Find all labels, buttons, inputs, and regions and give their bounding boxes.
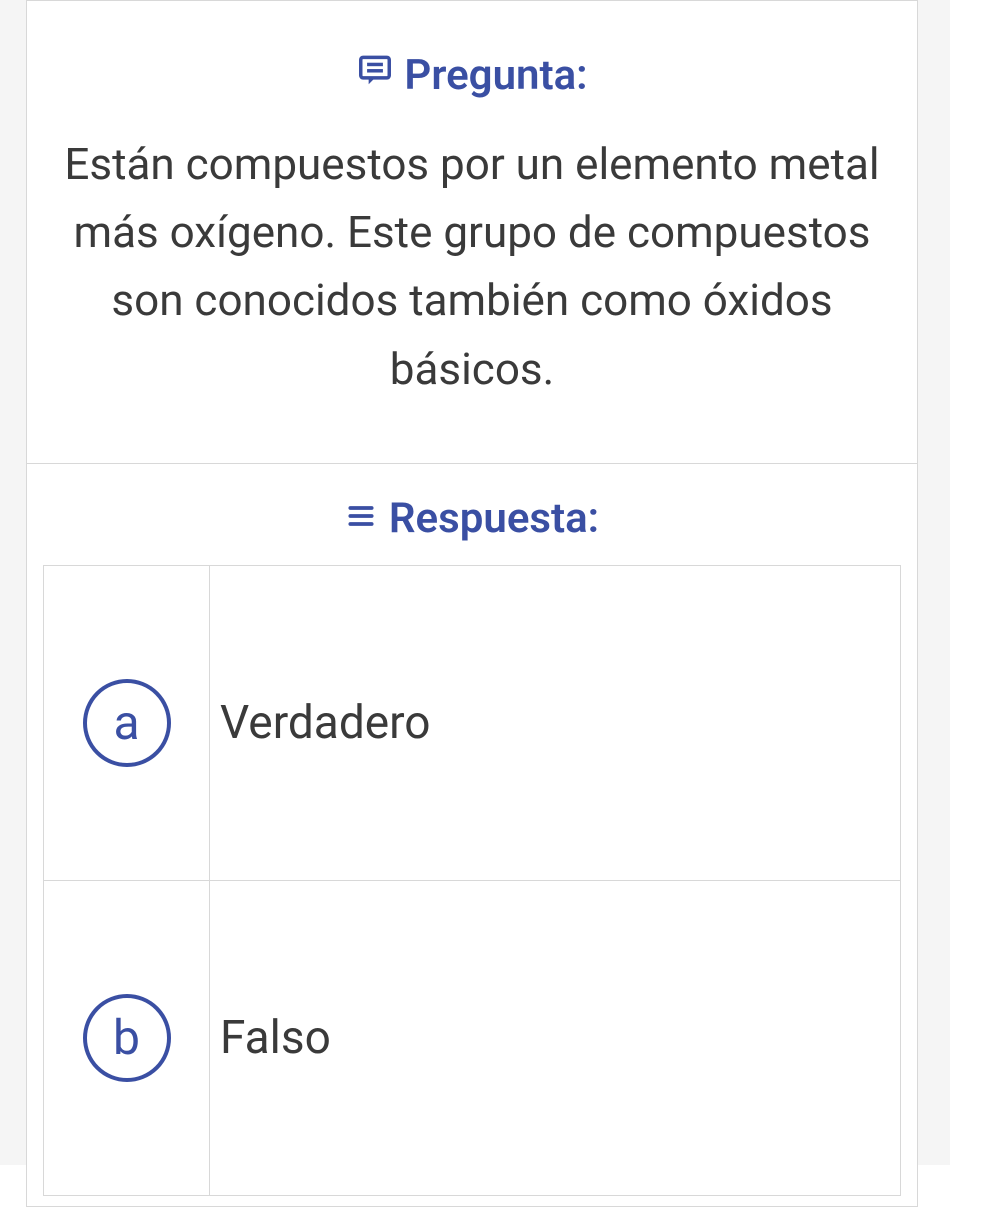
option-row-b[interactable]: b Falso — [44, 880, 901, 1195]
option-row-a[interactable]: a Verdadero — [44, 565, 901, 880]
option-letter-cell: b — [44, 880, 210, 1195]
option-text-b: Falso — [210, 880, 901, 1195]
question-label: Pregunta: — [404, 51, 587, 100]
option-letter-circle-a[interactable]: a — [83, 679, 171, 767]
comment-icon — [356, 51, 394, 100]
option-letter-cell: a — [44, 565, 210, 880]
option-text-a: Verdadero — [210, 565, 901, 880]
quiz-card: Pregunta: Están compuestos por un elemen… — [26, 0, 918, 1207]
options-table: a Verdadero b Falso — [43, 565, 901, 1196]
answer-header: Respuesta: — [43, 494, 901, 543]
list-icon — [345, 494, 377, 543]
answer-label: Respuesta: — [389, 494, 599, 543]
question-text: Están compuestos por un elemento metal m… — [47, 130, 897, 403]
question-section: Pregunta: Están compuestos por un elemen… — [27, 1, 917, 464]
option-letter-circle-b[interactable]: b — [83, 994, 171, 1082]
answer-section: Respuesta: a Verdadero b Falso — [27, 464, 917, 1206]
question-header: Pregunta: — [47, 51, 897, 100]
